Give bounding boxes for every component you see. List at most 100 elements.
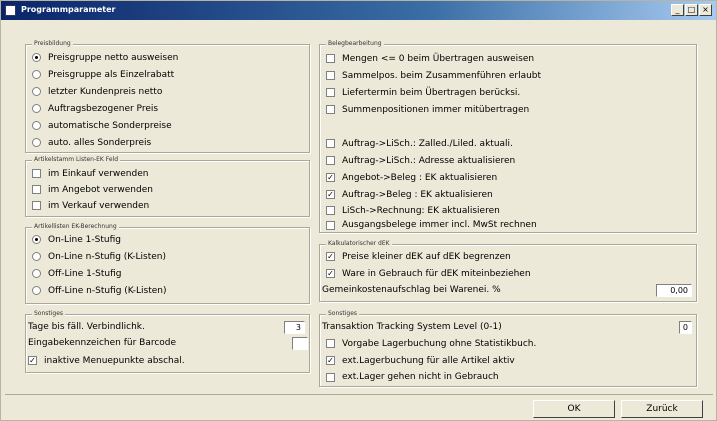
- check-liefertermin[interactable]: Liefertermin beim Übertragen berücksi.: [326, 85, 520, 100]
- check-auftrag-beleg-ek[interactable]: ✓ Auftrag->Beleg : EK aktualisieren: [326, 187, 493, 202]
- option-label: inaktive Menuepunkte abschal.: [44, 355, 185, 366]
- check-im-einkauf[interactable]: im Einkauf verwenden: [32, 166, 148, 181]
- checkbox[interactable]: ✓: [326, 252, 335, 261]
- radio-button[interactable]: [32, 235, 41, 244]
- sonstiges-right-group: Sonstiges Transaktion Tracking System Le…: [319, 309, 697, 387]
- checkbox[interactable]: [326, 88, 335, 97]
- check-mengen[interactable]: Mengen <= 0 beim Übertragen ausweisen: [326, 51, 534, 66]
- option-label: Mengen <= 0 beim Übertragen ausweisen: [342, 53, 535, 64]
- radio-button[interactable]: [32, 252, 41, 261]
- check-auftrag-lisch-zalled[interactable]: Auftrag->LiSch.: Zalled./Liled. aktuali.: [326, 136, 513, 151]
- checkbox[interactable]: [326, 54, 335, 63]
- group-title: Belegbearbeitung: [326, 39, 384, 48]
- radio-online-n-stufig[interactable]: On-Line n-Stufig (K-Listen): [32, 249, 166, 264]
- option-label: Off-Line 1-Stufig: [48, 268, 122, 279]
- close-button[interactable]: ×: [699, 4, 712, 16]
- check-angebot-beleg-ek[interactable]: ✓ Angebot->Beleg : EK aktualisieren: [326, 170, 497, 185]
- option-label: On-Line n-Stufig (K-Listen): [48, 251, 166, 262]
- maximize-button[interactable]: □: [685, 4, 698, 16]
- option-label: ext.Lager gehen nicht in Gebrauch: [342, 372, 499, 382]
- tage-input[interactable]: 3: [284, 321, 305, 334]
- zurueck-button[interactable]: Zurück: [621, 400, 703, 418]
- option-label: Auftrag->Beleg : EK aktualisieren: [342, 189, 493, 200]
- checkbox[interactable]: [326, 206, 335, 215]
- check-im-verkauf[interactable]: im Verkauf verwenden: [32, 198, 149, 213]
- checkbox[interactable]: ✓: [326, 269, 335, 278]
- app-icon: [5, 5, 16, 16]
- group-title: Preisbildung: [32, 39, 73, 48]
- check-summenpositionen[interactable]: Summenpositionen immer mitübertragen: [326, 102, 529, 117]
- radio-preisgruppe-netto[interactable]: Preisgruppe netto ausweisen: [32, 50, 178, 65]
- checkbox[interactable]: [32, 201, 41, 210]
- tage-label: Tage bis fäll. Verbindlichk.: [28, 322, 145, 332]
- radio-preisgruppe-einzelrabatt[interactable]: Preisgruppe als Einzelrabatt: [32, 67, 174, 82]
- tracking-label: Transaktion Tracking System Level (0-1): [322, 322, 502, 332]
- artikelstamm-group: Artikelstamm Listen-EK Feld im Einkauf v…: [25, 155, 310, 217]
- radio-letzter-kundenpreis[interactable]: letzter Kundenpreis netto: [32, 84, 162, 99]
- check-im-angebot[interactable]: im Angebot verwenden: [32, 182, 153, 197]
- radio-button[interactable]: [32, 104, 41, 113]
- radio-offline-1-stufig[interactable]: Off-Line 1-Stufig: [32, 266, 121, 281]
- radio-button[interactable]: [32, 286, 41, 295]
- kalkulatorischer-dek-group: Kalkulatorischer dEK ✓ Preise kleiner dEK…: [319, 239, 697, 302]
- check-vorgabe-lagerbuchung[interactable]: Vorgabe Lagerbuchung ohne Statistikbuch.: [326, 336, 536, 351]
- group-title: Sonstiges: [326, 309, 360, 318]
- program-parameters-window: Programmparameter _ □ × Preisbildung Pre…: [0, 0, 717, 421]
- preisbildung-group: Preisbildung Preisgruppe netto ausweisen…: [25, 39, 310, 153]
- group-title: Kalkulatorischer dEK: [326, 239, 392, 248]
- check-ausgangsbelege-mwst[interactable]: Ausgangsbelege immer incl. MwSt rechnen: [326, 219, 537, 231]
- radio-auftragsbezogener-preis[interactable]: Auftragsbezogener Preis: [32, 101, 158, 116]
- radio-button[interactable]: [32, 53, 41, 62]
- check-auftrag-lisch-adresse[interactable]: Auftrag->LiSch.: Adresse aktualisieren: [326, 153, 515, 168]
- checkbox[interactable]: ✓: [28, 356, 37, 365]
- radio-button[interactable]: [32, 269, 41, 278]
- check-sammelpos[interactable]: Sammelpos. beim Zusammenführen erlaubt: [326, 68, 541, 83]
- radio-online-1-stufig[interactable]: On-Line 1-Stufig: [32, 232, 121, 247]
- option-label: Liefertermin beim Übertragen berücksi.: [342, 87, 521, 98]
- checkbox[interactable]: [326, 372, 335, 382]
- checkbox[interactable]: [32, 169, 41, 178]
- minimize-button[interactable]: _: [671, 4, 684, 16]
- option-label: Auftrag->LiSch.: Zalled./Liled. aktuali.: [342, 138, 513, 149]
- ok-button[interactable]: OK: [533, 400, 615, 418]
- window-title: Programmparameter: [21, 5, 116, 14]
- checkbox[interactable]: ✓: [326, 356, 335, 365]
- radio-alles-sonderpreis[interactable]: auto. alles Sonderpreis: [32, 135, 151, 150]
- radio-button[interactable]: [32, 121, 41, 130]
- barcode-label: Eingabekennzeichen für Barcode: [28, 338, 177, 348]
- gemeinkosten-input[interactable]: 0,00: [656, 284, 692, 297]
- radio-button[interactable]: [32, 70, 41, 79]
- option-label: Auftragsbezogener Preis: [48, 103, 159, 114]
- checkbox[interactable]: ✓: [326, 173, 335, 182]
- option-label: Auftrag->LiSch.: Adresse aktualisieren: [342, 155, 516, 166]
- option-label: Vorgabe Lagerbuchung ohne Statistikbuch.: [342, 338, 537, 349]
- radio-button[interactable]: [32, 138, 41, 147]
- option-label: im Verkauf verwenden: [48, 200, 150, 211]
- option-label: Ware in Gebrauch für dEK miteinbeziehen: [342, 268, 531, 279]
- radio-automatische-sonderpreise[interactable]: automatische Sonderpreise: [32, 118, 172, 133]
- check-ware-in-gebrauch[interactable]: ✓ Ware in Gebrauch für dEK miteinbeziehen: [326, 266, 531, 281]
- check-ext-lager-nicht-gebrauch[interactable]: ext.Lager gehen nicht in Gebrauch: [326, 370, 499, 384]
- checkbox[interactable]: [326, 339, 335, 348]
- option-label: Preise kleiner dEK auf dEK begrenzen: [342, 251, 511, 262]
- radio-button[interactable]: [32, 87, 41, 96]
- title-bar[interactable]: Programmparameter _ □ ×: [1, 1, 716, 20]
- checkbox[interactable]: [326, 156, 335, 165]
- checkbox[interactable]: [326, 139, 335, 148]
- gemeinkosten-label: Gemeinkostenaufschlag bei Warenei. %: [322, 285, 501, 295]
- checkbox[interactable]: ✓: [326, 190, 335, 199]
- checkbox[interactable]: [326, 105, 335, 114]
- check-inaktive-menuepunkte[interactable]: ✓ inaktive Menuepunkte abschal.: [28, 353, 185, 368]
- sonstiges-left-group: Sonstiges Tage bis fäll. Verbindlichk. 3…: [25, 309, 310, 373]
- checkbox[interactable]: [32, 185, 41, 194]
- option-label: Preisgruppe als Einzelrabatt: [48, 69, 175, 80]
- check-lisch-rechnung-ek[interactable]: LiSch->Rechnung: EK aktualisieren: [326, 203, 500, 218]
- checkbox[interactable]: [326, 220, 335, 230]
- checkbox[interactable]: [326, 71, 335, 80]
- tracking-input[interactable]: 0: [679, 321, 692, 334]
- radio-offline-n-stufig[interactable]: Off-Line n-Stufig (K-Listen): [32, 283, 167, 298]
- check-ext-lagerbuchung[interactable]: ✓ ext.Lagerbuchung für alle Artikel aktiv: [326, 353, 515, 368]
- check-preise-kleiner-dek[interactable]: ✓ Preise kleiner dEK auf dEK begrenzen: [326, 249, 511, 264]
- barcode-input[interactable]: [292, 337, 308, 350]
- option-label: Angebot->Beleg : EK aktualisieren: [342, 172, 498, 183]
